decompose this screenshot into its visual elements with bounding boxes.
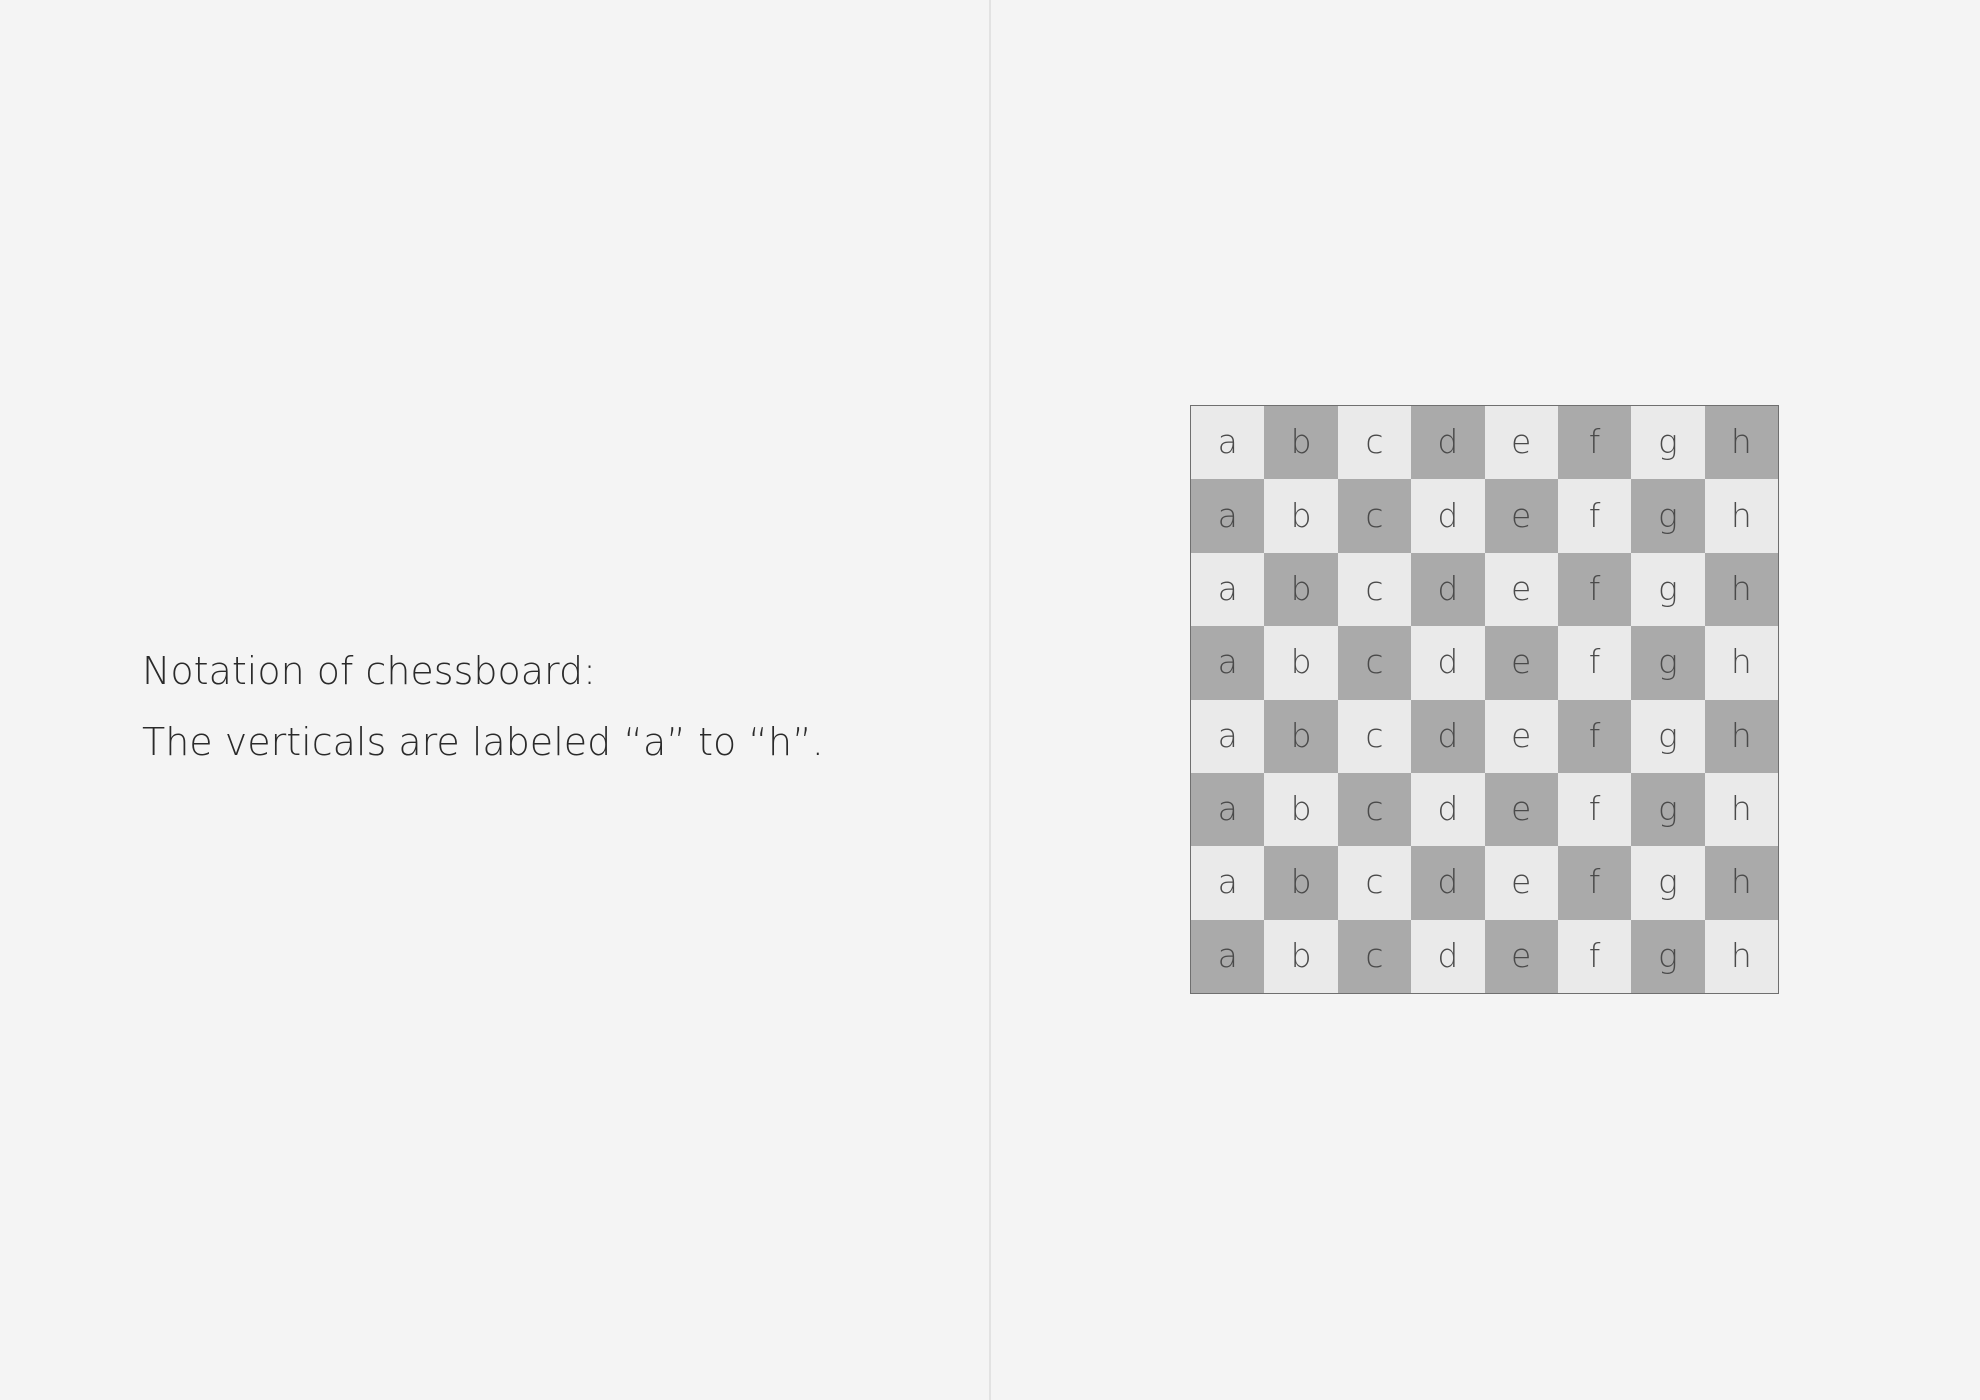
square-f-row5: f <box>1557 699 1632 773</box>
square-b-row1: b <box>1264 406 1338 480</box>
square-b-row2: b <box>1264 479 1338 553</box>
square-a-row7: a <box>1191 846 1265 920</box>
square-d-row5: d <box>1411 699 1485 773</box>
square-d-row4: d <box>1411 626 1485 700</box>
square-a-row4: a <box>1191 626 1265 700</box>
square-f-row8: f <box>1557 919 1632 993</box>
square-a-row1: a <box>1191 406 1265 480</box>
square-c-row4: c <box>1337 626 1412 700</box>
square-h-row1: h <box>1704 406 1778 480</box>
square-a-row5: a <box>1191 699 1265 773</box>
square-b-row4: b <box>1264 626 1338 700</box>
square-h-row5: h <box>1704 699 1778 773</box>
square-d-row6: d <box>1411 772 1485 847</box>
square-f-row4: f <box>1557 626 1632 700</box>
square-c-row2: c <box>1337 479 1412 553</box>
square-f-row2: f <box>1557 479 1632 553</box>
square-e-row5: e <box>1484 699 1558 773</box>
square-g-row3: g <box>1631 552 1705 627</box>
square-a-row6: a <box>1191 772 1265 847</box>
square-d-row8: d <box>1411 919 1485 993</box>
square-g-row2: g <box>1631 479 1705 553</box>
square-h-row3: h <box>1704 552 1778 627</box>
square-c-row8: c <box>1337 919 1412 993</box>
square-g-row4: g <box>1631 626 1705 700</box>
square-b-row5: b <box>1264 699 1338 773</box>
square-f-row6: f <box>1557 772 1632 847</box>
caption: Notation of chessboard: The verticals ar… <box>142 636 824 778</box>
square-a-row8: a <box>1191 919 1265 993</box>
chessboard: abcdefghabcdefghabcdefghabcdefghabcdefgh… <box>1190 405 1779 994</box>
square-a-row2: a <box>1191 479 1265 553</box>
square-b-row6: b <box>1264 772 1338 847</box>
square-d-row2: d <box>1411 479 1485 553</box>
square-d-row7: d <box>1411 846 1485 920</box>
square-d-row1: d <box>1411 406 1485 480</box>
square-h-row6: h <box>1704 772 1778 847</box>
caption-description: The verticals are labeled “a” to “h”. <box>142 720 824 764</box>
square-f-row1: f <box>1557 406 1632 480</box>
square-c-row6: c <box>1337 772 1412 847</box>
square-e-row3: e <box>1484 552 1558 627</box>
square-b-row7: b <box>1264 846 1338 920</box>
square-c-row5: c <box>1337 699 1412 773</box>
square-b-row8: b <box>1264 919 1338 993</box>
square-c-row7: c <box>1337 846 1412 920</box>
square-h-row8: h <box>1704 919 1778 993</box>
square-e-row7: e <box>1484 846 1558 920</box>
square-c-row1: c <box>1337 406 1412 480</box>
square-g-row6: g <box>1631 772 1705 847</box>
square-f-row3: f <box>1557 552 1632 627</box>
caption-title: Notation of chessboard: <box>142 649 596 693</box>
square-e-row8: e <box>1484 919 1558 993</box>
square-h-row7: h <box>1704 846 1778 920</box>
square-h-row2: h <box>1704 479 1778 553</box>
square-f-row7: f <box>1557 846 1632 920</box>
square-g-row7: g <box>1631 846 1705 920</box>
square-h-row4: h <box>1704 626 1778 700</box>
square-e-row6: e <box>1484 772 1558 847</box>
square-b-row3: b <box>1264 552 1338 627</box>
page-divider <box>989 0 991 1400</box>
square-g-row1: g <box>1631 406 1705 480</box>
square-d-row3: d <box>1411 552 1485 627</box>
square-g-row5: g <box>1631 699 1705 773</box>
square-e-row2: e <box>1484 479 1558 553</box>
square-e-row1: e <box>1484 406 1558 480</box>
square-c-row3: c <box>1337 552 1412 627</box>
square-a-row3: a <box>1191 552 1265 627</box>
square-g-row8: g <box>1631 919 1705 993</box>
square-e-row4: e <box>1484 626 1558 700</box>
